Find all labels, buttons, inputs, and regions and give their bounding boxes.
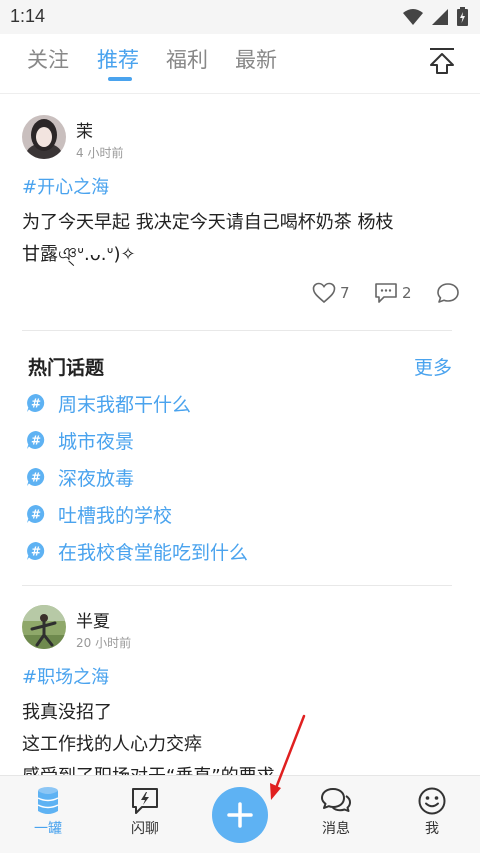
hot-topics-title: 热门话题	[28, 357, 105, 379]
hashtag-bubble-icon: #	[27, 468, 45, 486]
battery-icon	[457, 7, 468, 26]
active-tab-indicator	[108, 77, 132, 81]
post-username[interactable]: 半夏	[76, 607, 110, 632]
like-button[interactable]: 7	[312, 282, 350, 304]
flash-chat-icon	[132, 788, 158, 814]
jar-icon	[37, 787, 59, 814]
svg-text:#: #	[31, 434, 41, 448]
hashtag-bubble-icon: #	[27, 394, 45, 412]
svg-text:#: #	[31, 508, 41, 522]
post-username[interactable]: 茉	[76, 117, 93, 142]
comment-button[interactable]: 2	[374, 282, 412, 304]
comment-count: 2	[402, 284, 412, 302]
nav-label: 一罐	[34, 821, 62, 837]
nav-label: 闪聊	[131, 821, 159, 837]
post-text-line: 甘露ঞ্ᐡ.ᴗ.ᐡ)✧	[22, 244, 136, 265]
scroll-to-top-icon[interactable]	[428, 46, 456, 76]
wifi-icon	[403, 8, 423, 25]
hot-topic-item[interactable]: # 吐槽我的学校	[26, 499, 172, 529]
divider	[22, 330, 452, 331]
post-time: 4 小时前	[76, 146, 124, 160]
bottom-nav: 一罐 闪聊 消息 我	[0, 775, 480, 853]
tab-recommended[interactable]: 推荐	[97, 44, 139, 74]
nav-item-me[interactable]: 我	[402, 786, 462, 838]
avatar[interactable]	[22, 605, 66, 649]
status-time: 1:14	[10, 6, 46, 26]
svg-text:#: #	[31, 397, 41, 411]
message-icon	[321, 788, 351, 812]
nav-item-jar[interactable]: 一罐	[18, 786, 78, 838]
create-post-button[interactable]	[212, 787, 268, 843]
hot-topic-item[interactable]: # 深夜放毒	[26, 462, 134, 492]
post-text-line: 我真没招了	[22, 702, 112, 723]
smiley-icon	[418, 787, 446, 815]
divider	[22, 585, 452, 586]
like-count: 7	[340, 284, 350, 302]
post-text-line: 这工作找的人心力交瘁	[22, 734, 202, 755]
plus-icon	[227, 802, 253, 828]
hashtag-bubble-icon: #	[27, 542, 45, 560]
avatar[interactable]	[22, 115, 66, 159]
hot-topic-item[interactable]: # 在我校食堂能吃到什么	[26, 536, 248, 566]
hot-topic-label: 城市夜景	[58, 430, 135, 453]
nav-item-messages[interactable]: 消息	[306, 786, 366, 838]
post-time: 20 小时前	[76, 636, 132, 650]
tab-latest[interactable]: 最新	[235, 44, 277, 74]
nav-label: 消息	[322, 821, 350, 837]
hot-topic-label: 深夜放毒	[58, 467, 135, 490]
status-bar: 1:14	[0, 0, 480, 34]
svg-text:#: #	[31, 545, 41, 559]
nav-label: 我	[425, 821, 439, 837]
post-tag[interactable]: #职场之海	[22, 663, 109, 689]
hot-topic-label: 吐槽我的学校	[58, 504, 173, 527]
tab-following[interactable]: 关注	[27, 44, 69, 74]
post-text-line: 为了今天早起 我决定今天请自己喝杯奶茶 杨枝	[22, 212, 394, 233]
comment-icon	[375, 283, 397, 303]
hot-topics-more-link[interactable]: 更多	[414, 353, 452, 380]
chat-bubble-icon	[437, 283, 459, 303]
post-text-line: 感受到了职场对于“垂直”的要求	[22, 762, 275, 775]
tab-welfare[interactable]: 福利	[166, 44, 208, 74]
hot-topic-label: 周末我都干什么	[58, 393, 192, 416]
status-icons	[403, 7, 468, 26]
chat-button[interactable]	[436, 282, 460, 304]
signal-icon	[432, 8, 448, 25]
hashtag-bubble-icon: #	[27, 431, 45, 449]
feed[interactable]: 茉 4 小时前 #开心之海 为了今天早起 我决定今天请自己喝杯奶茶 杨枝 甘露ঞ…	[0, 95, 480, 775]
hot-topic-item[interactable]: # 城市夜景	[26, 425, 134, 455]
heart-icon	[312, 282, 336, 304]
svg-text:#: #	[31, 471, 41, 485]
nav-item-flash-chat[interactable]: 闪聊	[115, 786, 175, 838]
post-actions: 7 2	[0, 282, 480, 312]
top-tab-bar: 关注 推荐 福利 最新	[0, 34, 480, 94]
hot-topic-item[interactable]: # 周末我都干什么	[26, 388, 191, 418]
post-tag[interactable]: #开心之海	[22, 173, 109, 199]
hashtag-bubble-icon: #	[27, 505, 45, 523]
hot-topic-label: 在我校食堂能吃到什么	[58, 541, 249, 564]
